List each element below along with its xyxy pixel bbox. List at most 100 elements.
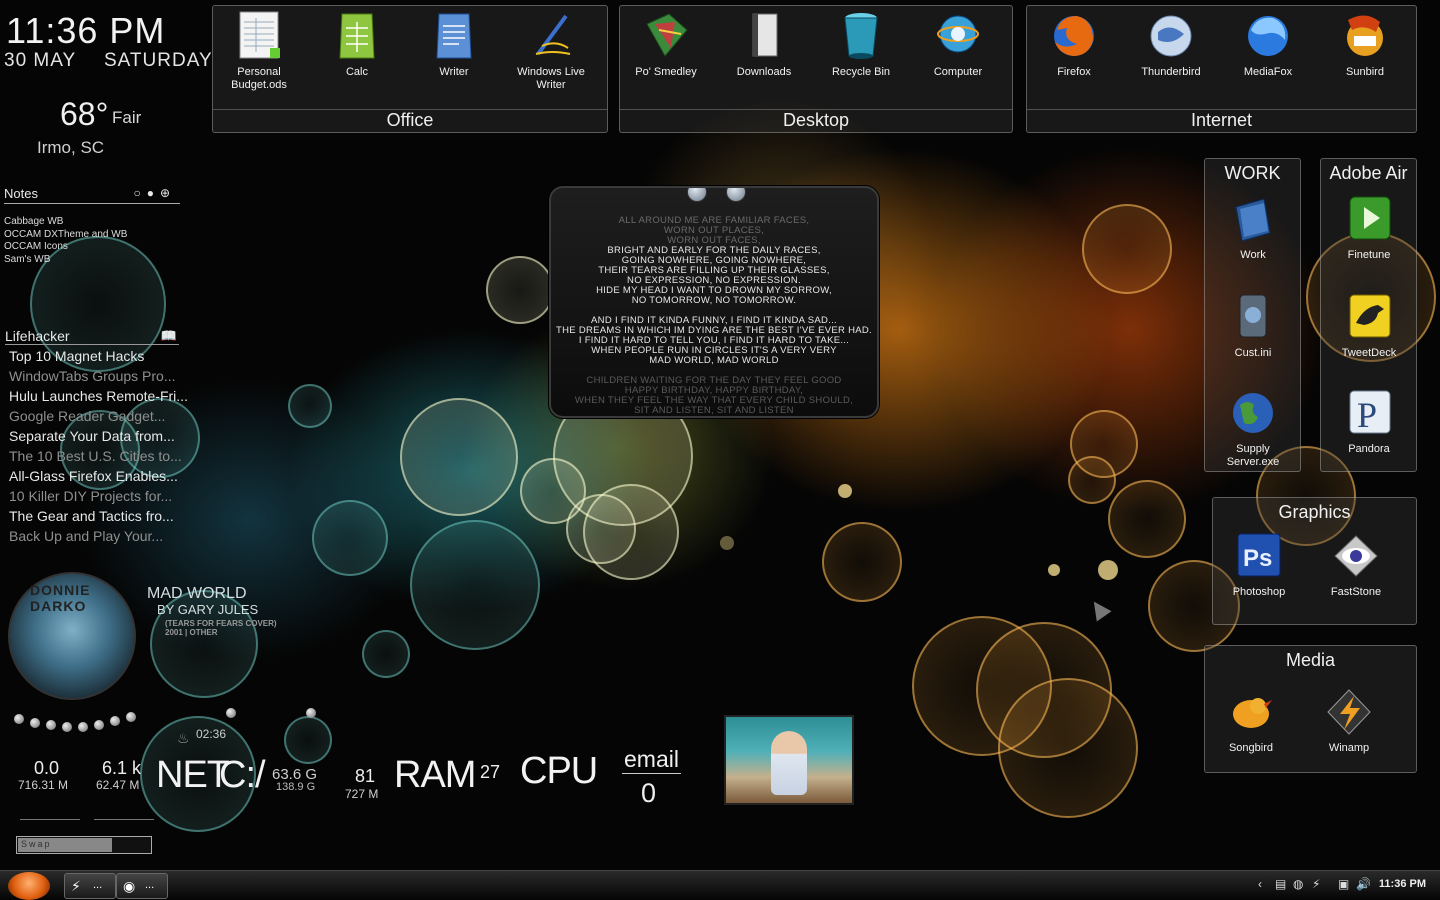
- tray-app-icon[interactable]: ◍: [1293, 877, 1303, 891]
- desktop-icon-downloads[interactable]: Downloads: [724, 10, 804, 79]
- bokeh-bubble: [1108, 480, 1186, 558]
- desktop-icon-thunderbird[interactable]: Thunderbird: [1131, 10, 1211, 79]
- desktop-icon-work[interactable]: Work: [1213, 193, 1293, 262]
- svg-text:P: P: [1357, 395, 1377, 435]
- desktop-icon-personal-budget[interactable]: Personal Budget.ods: [219, 10, 299, 92]
- player-controls: [14, 708, 316, 738]
- note-item[interactable]: OCCAM Icons: [4, 241, 127, 254]
- net-up-graph: [94, 790, 154, 820]
- internet-panel: Firefox Thunderbird MediaFox Sunbird Int…: [1026, 5, 1417, 133]
- player-control-button[interactable]: [46, 720, 56, 730]
- desktop-icon-mediafox[interactable]: MediaFox: [1228, 10, 1308, 79]
- desktop-icon-firefox[interactable]: Firefox: [1034, 10, 1114, 79]
- note-item[interactable]: Cabbage WB: [4, 216, 127, 229]
- player-control-button[interactable]: [94, 720, 104, 730]
- bokeh-bubble: [583, 484, 679, 580]
- office-panel: Personal Budget.ods Calc Writer Windows …: [212, 5, 608, 133]
- feed-item[interactable]: Hulu Launches Remote-Fri...: [9, 386, 188, 406]
- notes-add-icon[interactable]: ⊕: [160, 186, 176, 200]
- note-item[interactable]: Sam's WB: [4, 254, 127, 267]
- player-control-button[interactable]: [306, 708, 316, 718]
- feed-item[interactable]: Separate Your Data from...: [9, 426, 188, 446]
- tray-app-icon[interactable]: ⚡: [1312, 877, 1320, 891]
- feed-item[interactable]: WindowTabs Groups Pro...: [9, 366, 188, 386]
- feed-item[interactable]: The Gear and Tactics fro...: [9, 506, 188, 526]
- bokeh-bubble: [520, 458, 586, 524]
- network-icon[interactable]: ▣: [1338, 877, 1349, 891]
- lyrics-scroll-up-icon[interactable]: [687, 188, 707, 202]
- icon-label: Po' Smedley: [635, 66, 697, 78]
- player-control-button[interactable]: [30, 718, 40, 728]
- notes-prev-icon[interactable]: ○: [133, 186, 146, 200]
- bokeh-bubble: [912, 616, 1052, 756]
- desktop-icon-songbird[interactable]: Songbird: [1211, 686, 1291, 755]
- feed-item[interactable]: Top 10 Magnet Hacks: [9, 346, 188, 366]
- adobe-air-panel: Adobe Air Finetune TweetDeck P Pandora: [1320, 158, 1417, 472]
- icon-label: Downloads: [736, 66, 792, 78]
- desktop-icon-windows-live-writer[interactable]: Windows Live Writer: [511, 10, 591, 92]
- icon-label: Finetune: [1347, 249, 1391, 261]
- player-control-button[interactable]: [62, 722, 72, 732]
- desktop-icon-calc[interactable]: Calc: [317, 10, 397, 79]
- album-art-text: DONNIE DARKO: [30, 582, 91, 614]
- feed-item[interactable]: 10 Killer DIY Projects for...: [9, 486, 188, 506]
- taskbar-button-label: ...: [145, 879, 155, 891]
- folder-icon: [1235, 198, 1271, 242]
- desktop-icon-po-smedley[interactable]: Po' Smedley: [626, 10, 706, 79]
- icon-label: TweetDeck: [1341, 347, 1397, 359]
- desktop-icon-sunbird[interactable]: Sunbird: [1325, 10, 1405, 79]
- desktop-icon-tweetdeck[interactable]: TweetDeck: [1329, 291, 1409, 360]
- player-control-button[interactable]: [110, 716, 120, 726]
- desktop-icon-recycle-bin[interactable]: Recycle Bin: [821, 10, 901, 79]
- lyrics-line: NO TOMORROW, NO TOMORROW.: [631, 295, 797, 306]
- taskbar-clock[interactable]: 11:36 PM: [1379, 878, 1426, 890]
- feed-item[interactable]: All-Glass Firefox Enables...: [9, 466, 188, 486]
- desktop-icon-computer[interactable]: Computer: [918, 10, 998, 79]
- icon-label: Sunbird: [1346, 66, 1384, 78]
- bokeh-bubble: [976, 622, 1112, 758]
- feed-item[interactable]: The 10 Best U.S. Cities to...: [9, 446, 188, 466]
- feed-item[interactable]: Back Up and Play Your...: [9, 526, 188, 546]
- player-control-button[interactable]: [78, 722, 88, 732]
- tray-app-icon[interactable]: ▤: [1275, 877, 1286, 891]
- lifehacker-title[interactable]: Lifehacker: [5, 328, 70, 344]
- pen-icon: [535, 14, 571, 56]
- sunbird-icon: [1347, 15, 1383, 56]
- icon-label: MediaFox: [1243, 66, 1293, 78]
- book-icon[interactable]: 📖: [161, 328, 177, 344]
- panel-title: Adobe Air: [1329, 163, 1408, 183]
- notes-next-icon[interactable]: ●: [147, 186, 160, 200]
- album-art[interactable]: DONNIE DARKO: [8, 572, 136, 700]
- lyrics-scroll-down-icon[interactable]: [726, 188, 746, 202]
- desktop-icon-writer[interactable]: Writer: [414, 10, 494, 79]
- volume-icon[interactable]: 🔊: [1356, 877, 1371, 891]
- email-label[interactable]: email: [622, 746, 681, 774]
- desktop-icon-cust-ini[interactable]: Cust.ini: [1213, 291, 1293, 360]
- desktop-icon-finetune[interactable]: Finetune: [1329, 193, 1409, 262]
- feed-item[interactable]: Google Reader Gadget...: [9, 406, 188, 426]
- icon-label: Cust.ini: [1234, 347, 1272, 359]
- notes-title: Notes: [4, 186, 38, 201]
- tray-expand-icon[interactable]: ‹: [1258, 877, 1262, 891]
- desktop-icon-photoshop[interactable]: Ps Photoshop: [1219, 530, 1299, 599]
- net-down-value: 0.0: [34, 758, 60, 778]
- note-item[interactable]: OCCAM DXTheme and WB: [4, 229, 127, 242]
- taskbar-button-firefox[interactable]: ◉ ...: [116, 873, 168, 899]
- desktop-icon-supply-server[interactable]: Supply Server.exe: [1213, 387, 1293, 469]
- start-button[interactable]: [8, 872, 50, 900]
- photo-frame[interactable]: [724, 715, 854, 805]
- taskbar-button-winamp[interactable]: ⚡ ...: [64, 873, 116, 899]
- song-time: 02:36: [196, 727, 227, 741]
- desktop-icon-pandora[interactable]: P Pandora: [1329, 387, 1409, 456]
- player-control-button[interactable]: [226, 708, 236, 718]
- song-title: MAD WORLD: [147, 585, 247, 602]
- bokeh-bubble: [312, 500, 388, 576]
- player-control-button[interactable]: [126, 712, 136, 722]
- bokeh-dot: [1098, 560, 1118, 580]
- photo-image: [771, 731, 807, 795]
- player-control-button[interactable]: [14, 714, 24, 724]
- bokeh-dot: [838, 484, 852, 498]
- desktop-icon-winamp[interactable]: Winamp: [1309, 686, 1389, 755]
- icon-label: Songbird: [1228, 742, 1274, 754]
- desktop-icon-faststone[interactable]: FastStone: [1316, 530, 1396, 599]
